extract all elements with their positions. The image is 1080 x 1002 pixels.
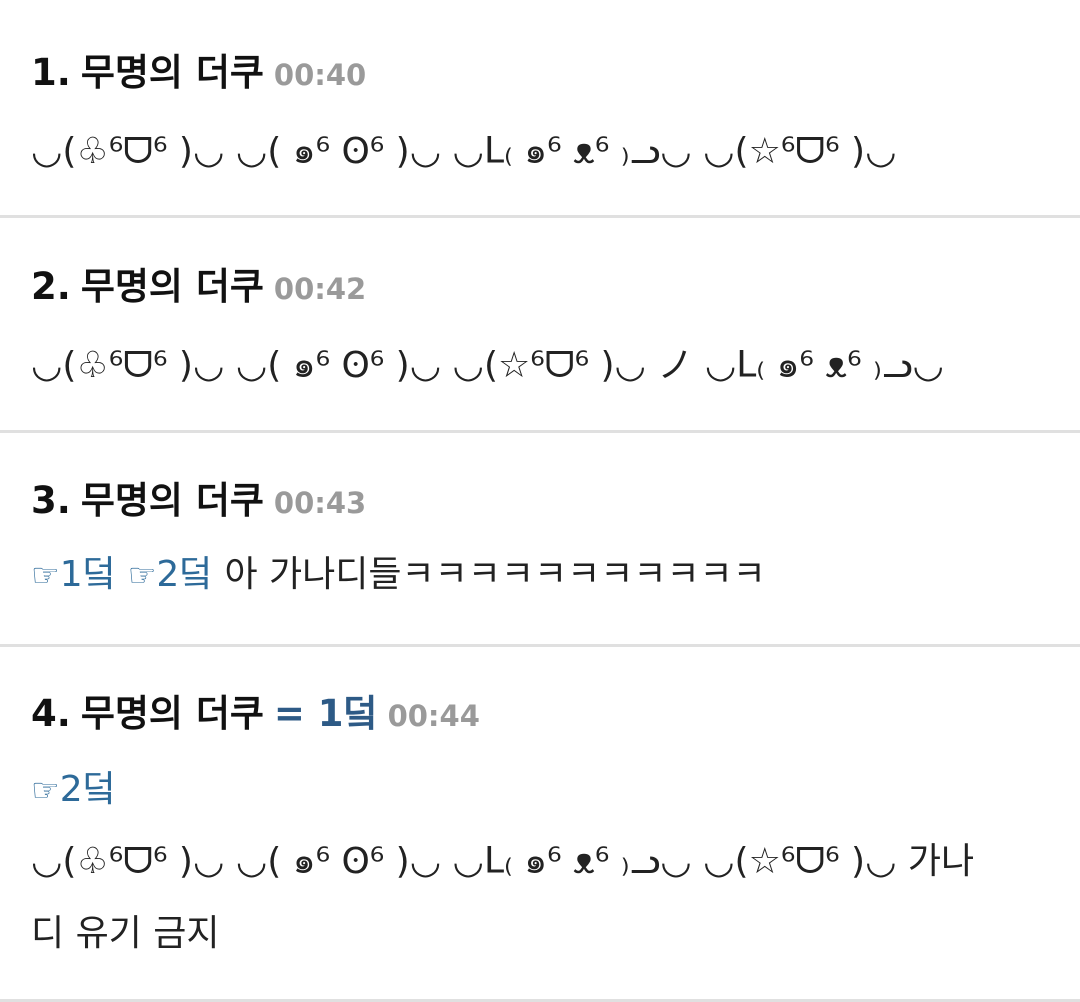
- reply-anchor-link[interactable]: ☞1덬: [31, 554, 116, 595]
- comment-item-4: 4. 무명의 더쿠 = 1덬 00:44 ☞2덬 ◡(♧⁶ᗜ⁶ )◡ ◡( ๑⁶ ʘ⁶…: [0, 647, 1080, 1002]
- comment-time: 00:43: [273, 486, 367, 520]
- reply-anchor-link[interactable]: ☞2덬: [31, 769, 116, 810]
- comment-header: 2. 무명의 더쿠 00:42: [31, 262, 366, 312]
- reply-anchor-link[interactable]: ☞2덬: [128, 554, 213, 595]
- comment-number: 4.: [31, 692, 71, 735]
- comment-body: ◡(♧⁶ᗜ⁶ )◡ ◡( ๑⁶ ʘ⁶ )◡ ◡ᒪ₍ ๑⁶ ᴥ⁶ ₎ᓗ◡ ◡(☆⁶…: [31, 841, 975, 882]
- comment-author-alias: = 1덬: [273, 692, 378, 735]
- comment-body: ◡(♧⁶ᗜ⁶ )◡ ◡( ๑⁶ ʘ⁶ )◡ ◡ᒪ₍ ๑⁶ ᴥ⁶ ₎ᓗ◡ ◡(☆⁶…: [31, 131, 897, 172]
- comment-body: ☞1덬 ☞2덬 아 가나디들ㅋㅋㅋㅋㅋㅋㅋㅋㅋㅋㅋ: [31, 550, 1061, 600]
- comment-time: 00:42: [273, 272, 367, 306]
- comment-author: 무명의 더쿠: [80, 265, 264, 308]
- comment-author: 무명의 더쿠: [80, 692, 264, 735]
- reply-anchor-label: 1덬: [59, 554, 116, 595]
- comment-time: 00:44: [387, 699, 480, 733]
- reply-anchor-label: 2덬: [59, 769, 116, 810]
- comment-number: 1.: [31, 51, 71, 94]
- comment-number: 3.: [31, 479, 71, 522]
- comment-item-3: 3. 무명의 더쿠 00:43 ☞1덬 ☞2덬 아 가나디들ㅋㅋㅋㅋㅋㅋㅋㅋㅋㅋㅋ: [0, 433, 1080, 647]
- comment-number: 2.: [31, 265, 71, 308]
- comment-body: ◡(♧⁶ᗜ⁶ )◡ ◡( ๑⁶ ʘ⁶ )◡ ◡(☆⁶ᗜ⁶ )◡ ノ ◡ᒪ₍ ๑⁶…: [31, 345, 944, 386]
- reply-anchor-label: 2덬: [156, 554, 213, 595]
- comment-header: 3. 무명의 더쿠 00:43: [31, 476, 366, 526]
- comment-header: 1. 무명의 더쿠 00:40: [31, 48, 366, 98]
- pointing-hand-icon: ☞: [31, 556, 60, 594]
- comment-author: 무명의 더쿠: [80, 479, 264, 522]
- comment-author: 무명의 더쿠: [80, 51, 264, 94]
- pointing-hand-icon: ☞: [127, 556, 157, 594]
- comment-anchor-line: ☞2덬: [31, 765, 1061, 815]
- pointing-hand-icon: ☞: [31, 771, 60, 809]
- comment-body-continued: 디 유기 금지: [31, 913, 220, 954]
- comment-item-1: 1. 무명의 더쿠 00:40 ◡(♧⁶ᗜ⁶ )◡ ◡( ๑⁶ ʘ⁶ )◡ ◡ᒪ₍ …: [0, 0, 1080, 218]
- comment-item-2: 2. 무명의 더쿠 00:42 ◡(♧⁶ᗜ⁶ )◡ ◡( ๑⁶ ʘ⁶ )◡ ◡(☆⁶…: [0, 218, 1080, 433]
- comment-text: 아 가나디들ㅋㅋㅋㅋㅋㅋㅋㅋㅋㅋㅋ: [224, 554, 766, 595]
- comment-time: 00:40: [273, 58, 367, 92]
- comment-header: 4. 무명의 더쿠 = 1덬 00:44: [31, 689, 480, 739]
